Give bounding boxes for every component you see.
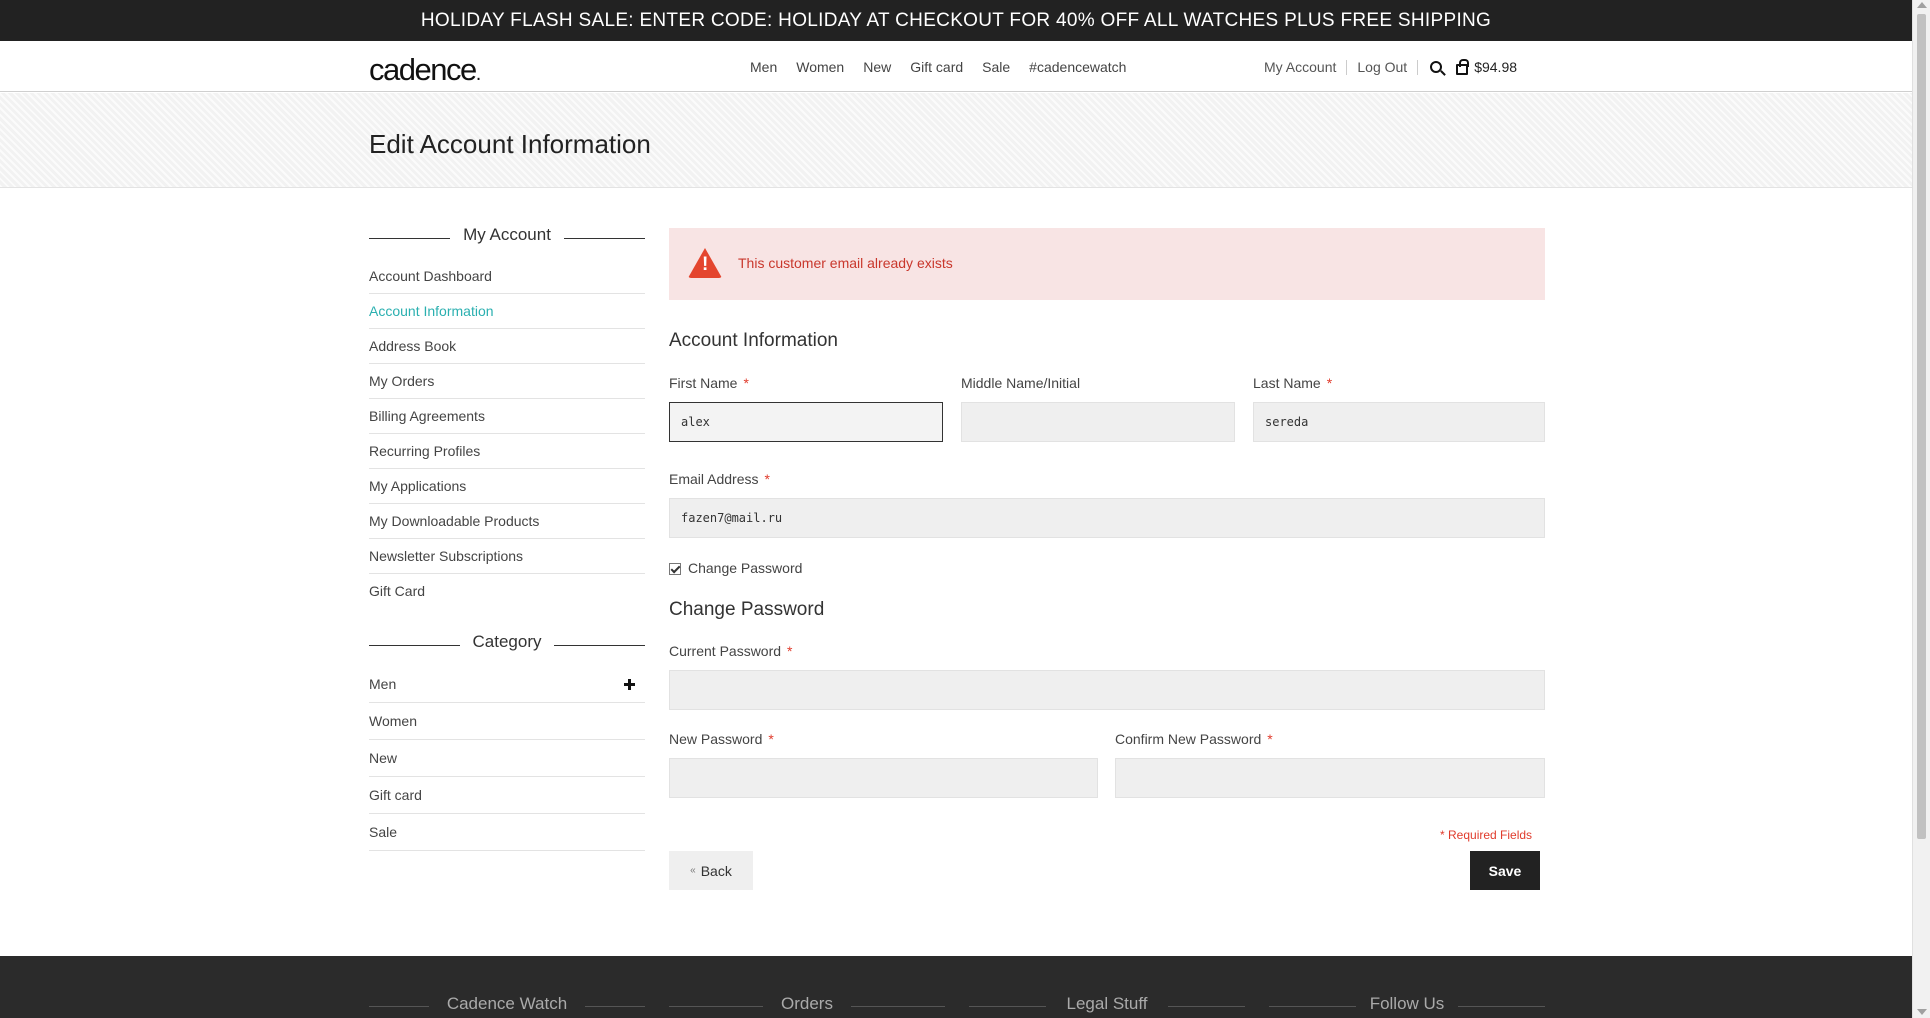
cart-total[interactable]: $94.98	[1474, 59, 1517, 75]
label-text: First Name	[669, 375, 738, 391]
back-label: Back	[700, 862, 732, 879]
main-nav: Men Women New Gift card Sale #cadencewat…	[750, 59, 1145, 75]
my-account-link[interactable]: My Account	[1264, 59, 1336, 75]
warning-glyph: !	[702, 254, 709, 275]
footer-heading-orders: Orders	[669, 994, 945, 1016]
required-marker: *	[1267, 731, 1273, 747]
sidebar-item-account-dashboard[interactable]: Account Dashboard	[369, 259, 645, 294]
category-label: Men	[369, 676, 397, 692]
log-out-link[interactable]: Log Out	[1357, 59, 1407, 75]
sidebar: My Account Account Dashboard Account Inf…	[369, 225, 645, 851]
current-password-label: Current Password *	[669, 643, 793, 659]
scroll-thumb[interactable]	[1917, 14, 1926, 839]
sidebar-item-my-applications[interactable]: My Applications	[369, 469, 645, 504]
error-alert: ! This customer email already exists	[669, 228, 1545, 300]
label-text: Current Password	[669, 643, 782, 659]
nav-item-sale[interactable]: Sale	[982, 59, 1010, 75]
current-password-field[interactable]	[669, 670, 1545, 710]
change-password-checkbox-label[interactable]: Change Password	[688, 560, 802, 576]
nav-item-men[interactable]: Men	[750, 59, 777, 75]
label-text: Last Name	[1253, 375, 1321, 391]
sidebar-item-address-book[interactable]: Address Book	[369, 329, 645, 364]
footer-heading-follow-us: Follow Us	[1269, 994, 1545, 1016]
label-text: Confirm New Password	[1115, 731, 1262, 747]
middle-name-field[interactable]	[961, 402, 1235, 442]
sidebar-item-gift-card[interactable]: Gift Card	[369, 574, 645, 609]
first-name-field[interactable]: alex	[669, 402, 943, 442]
account-information-heading: Account Information	[669, 330, 838, 351]
footer-heading-cadence-watch: Cadence Watch	[369, 994, 645, 1016]
nav-item-gift-card[interactable]: Gift card	[910, 59, 963, 75]
sidebar-category-title: Category	[369, 632, 645, 656]
sidebar-item-my-orders[interactable]: My Orders	[369, 364, 645, 399]
label-text: New Password	[669, 731, 763, 747]
account-nav: My Account Log Out $94.98	[1264, 58, 1517, 75]
category-menu: Men Women New Gift card Sale	[369, 666, 645, 851]
last-name-field[interactable]: sereda	[1253, 402, 1545, 442]
sidebar-item-recurring-profiles[interactable]: Recurring Profiles	[369, 434, 645, 469]
warning-icon: !	[688, 248, 722, 278]
account-menu: Account Dashboard Account Information Ad…	[369, 259, 645, 609]
save-button[interactable]: Save	[1470, 851, 1540, 890]
page-scrollbar[interactable]	[1912, 0, 1930, 1018]
page-title-bar: Edit Account Information	[0, 93, 1912, 188]
category-item-new[interactable]: New	[369, 740, 645, 777]
last-name-label: Last Name *	[1253, 375, 1332, 391]
new-password-field[interactable]	[669, 758, 1098, 798]
confirm-password-field[interactable]	[1115, 758, 1545, 798]
first-name-label: First Name *	[669, 375, 749, 391]
sidebar-item-my-downloadable-products[interactable]: My Downloadable Products	[369, 504, 645, 539]
page-title: Edit Account Information	[369, 129, 651, 159]
category-item-men[interactable]: Men	[369, 666, 645, 703]
site-footer: Cadence Watch Orders Legal Stuff Follow …	[0, 956, 1912, 1018]
email-label: Email Address *	[669, 471, 770, 487]
category-item-gift-card[interactable]: Gift card	[369, 777, 645, 814]
sidebar-item-newsletter-subscriptions[interactable]: Newsletter Subscriptions	[369, 539, 645, 574]
scroll-up-arrow-icon[interactable]	[1917, 2, 1927, 8]
sidebar-item-billing-agreements[interactable]: Billing Agreements	[369, 399, 645, 434]
email-field[interactable]: fazen7@mail.ru	[669, 498, 1545, 538]
new-password-label: New Password *	[669, 731, 774, 747]
sidebar-account-title: My Account	[369, 225, 645, 249]
search-icon[interactable]	[1430, 61, 1443, 73]
required-marker: *	[768, 731, 774, 747]
nav-item-new[interactable]: New	[863, 59, 891, 75]
category-item-sale[interactable]: Sale	[369, 814, 645, 851]
category-item-women[interactable]: Women	[369, 703, 645, 740]
back-button[interactable]: « Back	[669, 851, 753, 890]
divider	[1346, 59, 1348, 75]
confirm-password-label: Confirm New Password *	[1115, 731, 1273, 747]
plus-icon[interactable]	[624, 679, 635, 690]
change-password-checkbox[interactable]	[669, 563, 681, 575]
back-arrow-icon: «	[690, 865, 696, 876]
required-marker: *	[1326, 375, 1333, 391]
required-fields-note: * Required Fields	[1440, 828, 1533, 842]
required-marker: *	[743, 375, 749, 391]
promo-banner: HOLIDAY FLASH SALE: ENTER CODE: HOLIDAY …	[0, 0, 1912, 41]
nav-item-cadencewatch[interactable]: #cadencewatch	[1029, 59, 1126, 75]
footer-heading-legal-stuff: Legal Stuff	[969, 994, 1245, 1016]
divider	[1417, 59, 1419, 75]
logo-text: cadence	[369, 52, 477, 87]
logo-dot: .	[475, 63, 482, 85]
alert-message: This customer email already exists	[738, 255, 953, 271]
required-marker: *	[787, 643, 793, 659]
site-header: cadence. Men Women New Gift card Sale #c…	[0, 41, 1912, 92]
middle-name-label: Middle Name/Initial	[961, 375, 1081, 391]
sidebar-item-account-information[interactable]: Account Information	[369, 294, 645, 329]
logo[interactable]: cadence.	[369, 52, 482, 88]
nav-item-women[interactable]: Women	[796, 59, 844, 75]
shopping-bag-icon[interactable]	[1456, 58, 1470, 75]
scroll-down-arrow-icon[interactable]	[1917, 1009, 1927, 1015]
change-password-heading: Change Password	[669, 599, 825, 620]
required-marker: *	[764, 471, 770, 487]
label-text: Email Address	[669, 471, 759, 487]
